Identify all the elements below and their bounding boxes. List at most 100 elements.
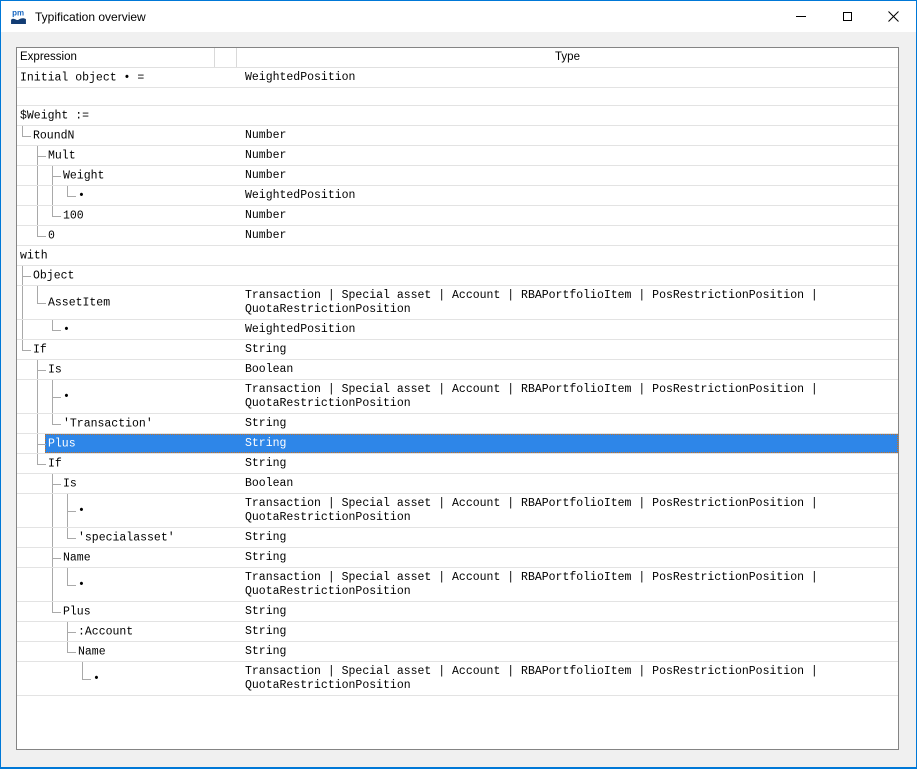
type-line: String bbox=[245, 605, 895, 619]
grid-header: Expression Type bbox=[17, 48, 898, 68]
pm-app-icon[interactable]: pm bbox=[10, 8, 27, 25]
tree-row[interactable]: 0Number bbox=[17, 226, 898, 246]
expression-label: 0 bbox=[48, 229, 55, 242]
tree-row[interactable]: Name String bbox=[17, 642, 898, 662]
tree-row[interactable]: 'Transaction'String bbox=[17, 414, 898, 434]
close-icon bbox=[888, 11, 899, 22]
tree-row[interactable]: 'specialasset' String bbox=[17, 528, 898, 548]
tree-row[interactable]: MultNumber bbox=[17, 146, 898, 166]
type-value: Number bbox=[245, 149, 895, 163]
tree-row[interactable]: •WeightedPosition bbox=[17, 186, 898, 206]
tree-line bbox=[52, 206, 53, 216]
app-window: pm Typification overview Expression Type… bbox=[0, 0, 917, 769]
type-line: QuotaRestrictionPosition bbox=[245, 397, 895, 411]
tree-row[interactable]: with bbox=[17, 246, 898, 266]
type-value: String bbox=[245, 417, 895, 431]
tree-row[interactable]: IsBoolean bbox=[17, 474, 898, 494]
type-line: Boolean bbox=[245, 363, 895, 377]
tree-line bbox=[37, 166, 38, 185]
typification-grid: Expression Type Initial object • =Weight… bbox=[16, 47, 899, 750]
tree-line bbox=[52, 414, 53, 424]
tree-line bbox=[52, 216, 61, 217]
tree-line bbox=[37, 414, 38, 433]
maximize-button[interactable] bbox=[824, 1, 870, 32]
type-line: QuotaRestrictionPosition bbox=[245, 511, 895, 525]
tree-line bbox=[37, 286, 38, 303]
expression-label: 'specialasset' bbox=[78, 531, 175, 544]
tree-line bbox=[52, 424, 61, 425]
expression-label: Plus bbox=[63, 605, 91, 618]
type-value: WeightedPosition bbox=[245, 189, 895, 203]
tree-row[interactable]: Initial object • =WeightedPosition bbox=[17, 68, 898, 88]
spacer-row bbox=[17, 88, 898, 106]
minimize-button[interactable] bbox=[778, 1, 824, 32]
type-line: QuotaRestrictionPosition bbox=[245, 585, 895, 599]
tree-row[interactable]: $Weight := bbox=[17, 106, 898, 126]
expression-label: Object bbox=[33, 269, 74, 282]
type-line: QuotaRestrictionPosition bbox=[245, 679, 895, 693]
type-line: String bbox=[245, 437, 895, 451]
tree-line bbox=[22, 320, 23, 339]
tree-row[interactable]: Plus String bbox=[17, 602, 898, 622]
tree-line bbox=[37, 380, 38, 413]
tree-row[interactable]: WeightNumber bbox=[17, 166, 898, 186]
tree-row[interactable]: •WeightedPosition bbox=[17, 320, 898, 340]
type-line: Transaction | Special asset | Account | … bbox=[245, 497, 895, 511]
tree-row[interactable]: IsBoolean bbox=[17, 360, 898, 380]
type-line: Boolean bbox=[245, 477, 895, 491]
expression-label: • bbox=[78, 578, 85, 591]
tree-row[interactable]: RoundNNumber bbox=[17, 126, 898, 146]
maximize-icon bbox=[843, 12, 852, 21]
tree-row[interactable]: Object bbox=[17, 266, 898, 286]
type-value: String bbox=[245, 605, 895, 619]
expression-label: Name bbox=[78, 645, 106, 658]
tree-line bbox=[52, 320, 53, 330]
tree-line bbox=[22, 136, 31, 137]
tree-line bbox=[52, 186, 53, 205]
title-bar: pm Typification overview bbox=[1, 1, 916, 32]
expression-label: Plus bbox=[48, 437, 76, 450]
type-value: String bbox=[245, 645, 895, 659]
column-header-spacer bbox=[215, 48, 237, 67]
type-value: String bbox=[245, 457, 895, 471]
type-line: String bbox=[245, 343, 895, 357]
tree-row[interactable]: •Transaction | Special asset | Account |… bbox=[17, 494, 898, 528]
svg-text:pm: pm bbox=[12, 8, 24, 17]
tree-line bbox=[52, 602, 53, 612]
tree-line bbox=[67, 568, 68, 585]
tree-row[interactable]: 100Number bbox=[17, 206, 898, 226]
tree-row[interactable]: IfString bbox=[17, 340, 898, 360]
tree-line bbox=[37, 186, 38, 205]
tree-line bbox=[37, 464, 46, 465]
close-button[interactable] bbox=[870, 1, 916, 32]
column-header-type[interactable]: Type bbox=[237, 48, 898, 67]
type-value: Number bbox=[245, 169, 895, 183]
tree-row[interactable]: •Transaction | Special asset | Account |… bbox=[17, 662, 898, 696]
type-line: String bbox=[245, 457, 895, 471]
tree-row[interactable]: •Transaction | Special asset | Account |… bbox=[17, 380, 898, 414]
type-value: Transaction | Special asset | Account | … bbox=[245, 571, 895, 599]
caption-buttons bbox=[778, 1, 916, 32]
tree-row[interactable]: :Account String bbox=[17, 622, 898, 642]
type-line: String bbox=[245, 625, 895, 639]
type-line: String bbox=[245, 531, 895, 545]
tree-row[interactable]: AssetItemTransaction | Special asset | A… bbox=[17, 286, 898, 320]
tree-row[interactable]: Plus String bbox=[17, 434, 898, 454]
type-line: Transaction | Special asset | Account | … bbox=[245, 665, 895, 679]
window-title: Typification overview bbox=[35, 10, 146, 24]
expression-label: Name bbox=[63, 551, 91, 564]
type-value: String bbox=[245, 437, 895, 451]
type-value: WeightedPosition bbox=[245, 71, 895, 85]
expression-label: :Account bbox=[78, 625, 133, 638]
type-value: Transaction | Special asset | Account | … bbox=[245, 497, 895, 525]
type-value: Transaction | Special asset | Account | … bbox=[245, 289, 895, 317]
tree-row[interactable]: • Transaction | Special asset | Account |… bbox=[17, 568, 898, 602]
tree-row[interactable]: NameString bbox=[17, 548, 898, 568]
type-line: Transaction | Special asset | Account | … bbox=[245, 289, 895, 303]
tree-line bbox=[37, 454, 38, 464]
tree-row[interactable]: IfString bbox=[17, 454, 898, 474]
tree-line bbox=[37, 236, 46, 237]
column-header-expression[interactable]: Expression bbox=[17, 48, 215, 67]
tree-line bbox=[22, 350, 31, 351]
type-line: String bbox=[245, 645, 895, 659]
